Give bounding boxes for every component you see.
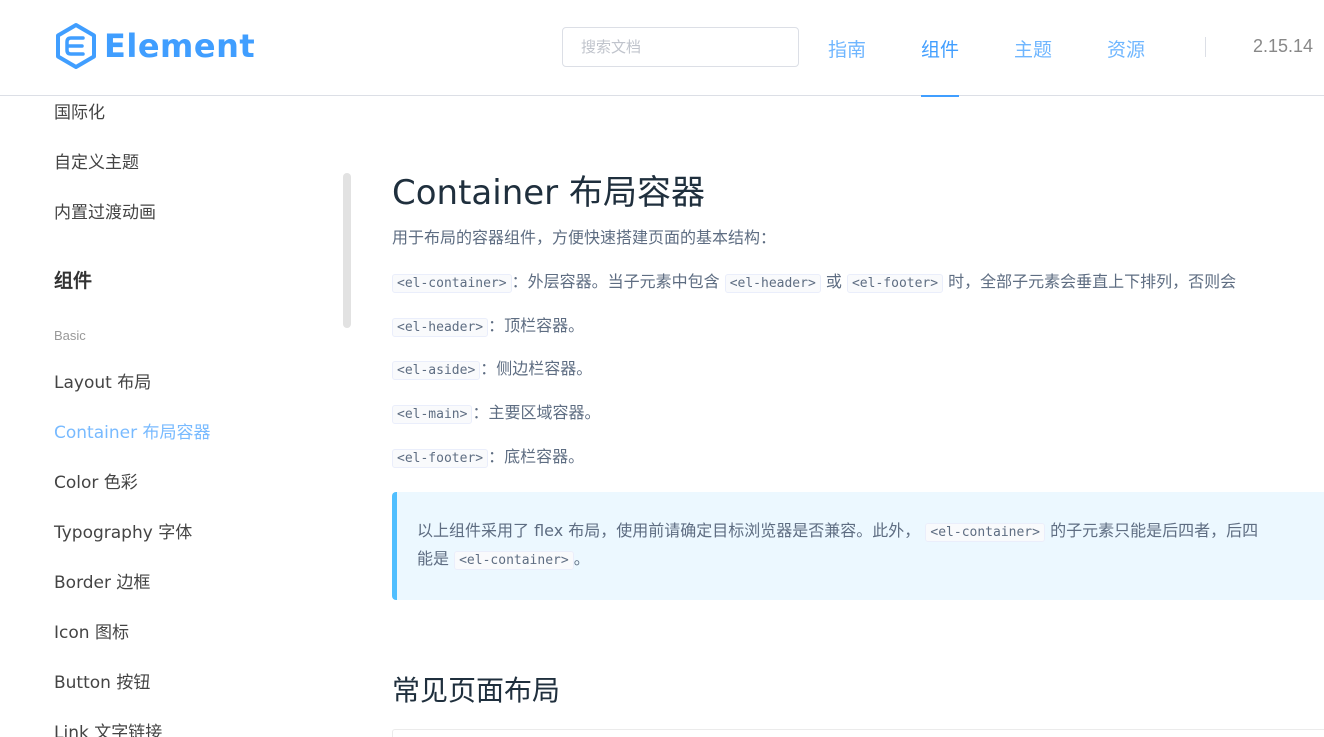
desc-aside: <el-aside> ：侧边栏容器。 [392, 355, 593, 380]
demo-block [392, 729, 1324, 737]
sidebar-item-custom-theme[interactable]: 自定义主题 [54, 148, 139, 173]
main-nav: 指南 组件 主题 资源 [800, 0, 1172, 97]
tip-text: 。 [573, 549, 590, 568]
code-tag: <el-header> [724, 274, 821, 293]
sidebar-scrollbar[interactable] [343, 173, 351, 328]
section-title: 常见页面布局 [392, 674, 561, 707]
sidebar-item-container[interactable]: Container 布局容器 [54, 418, 210, 443]
tip-text: 以上组件采用了 flex 布局，使用前请确定目标浏览器是否兼容。此外， [417, 521, 921, 540]
desc-text: ：外层容器。当子元素中包含 [511, 272, 720, 291]
code-tag: <el-header> [392, 318, 489, 337]
code-tag: <el-aside> [392, 361, 481, 380]
desc-text: ：顶栏容器。 [488, 316, 585, 335]
search-input[interactable] [562, 27, 799, 67]
sidebar-item-i18n[interactable]: 国际化 [54, 98, 105, 123]
desc-header: <el-header> ：顶栏容器。 [392, 312, 585, 337]
version-selector[interactable]: 2.15.14 [1253, 36, 1313, 57]
page-title: Container 布局容器 [392, 173, 705, 213]
nav-theme[interactable]: 主题 [1014, 0, 1052, 96]
nav-resource[interactable]: 资源 [1107, 0, 1145, 96]
code-tag: <el-container> [925, 523, 1045, 542]
logo-text: Element [104, 27, 256, 65]
nav-divider [1205, 37, 1206, 57]
sidebar-item-button[interactable]: Button 按钮 [54, 668, 150, 693]
intro-text: 用于布局的容器组件，方便快速搭建页面的基本结构： [392, 228, 777, 247]
element-logo-icon [56, 23, 96, 69]
code-tag: <el-footer> [392, 449, 489, 468]
element-logo[interactable]: Element [54, 22, 255, 70]
desc-main: <el-main> ：主要区域容器。 [392, 399, 601, 424]
desc-footer: <el-footer> ：底栏容器。 [392, 443, 585, 468]
sidebar-item-icon[interactable]: Icon 图标 [54, 618, 129, 643]
sidebar-item-link[interactable]: Link 文字链接 [54, 718, 162, 737]
nav-component[interactable]: 组件 [921, 0, 960, 97]
sidebar-item-typography[interactable]: Typography 字体 [54, 518, 192, 543]
desc-text: ：侧边栏容器。 [480, 359, 593, 378]
top-header: Element 指南 组件 主题 资源 2.15.14 [0, 0, 1324, 97]
sidebar-subgroup-basic: Basic [54, 328, 86, 343]
main-content: Container 布局容器 用于布局的容器组件，方便快速搭建页面的基本结构： … [392, 97, 1324, 737]
sidebar-item-color[interactable]: Color 色彩 [54, 468, 138, 493]
tip-line-1: 以上组件采用了 flex 布局，使用前请确定目标浏览器是否兼容。此外， <el-… [417, 518, 1324, 546]
tip-line-2: 能是 <el-container>。 [417, 546, 1324, 574]
desc-text: ：主要区域容器。 [472, 403, 601, 422]
sidebar-item-layout[interactable]: Layout 布局 [54, 368, 151, 393]
nav-guide[interactable]: 指南 [828, 0, 866, 96]
tip-box: 以上组件采用了 flex 布局，使用前请确定目标浏览器是否兼容。此外， <el-… [392, 492, 1324, 600]
sidebar-group-title: 组件 [54, 270, 93, 292]
code-tag: <el-main> [392, 405, 473, 424]
desc-text: 时，全部子元素会垂直上下排列，否则会 [948, 272, 1237, 291]
tip-text: 的子元素只能是后四者，后四 [1050, 521, 1259, 540]
code-tag: <el-footer> [846, 274, 944, 293]
code-tag: <el-container> [454, 551, 574, 570]
code-tag: <el-container> [392, 274, 512, 293]
sidebar-item-transition[interactable]: 内置过渡动画 [54, 198, 156, 223]
sidebar-item-border[interactable]: Border 边框 [54, 568, 150, 593]
desc-container: <el-container> ：外层容器。当子元素中包含 <el-header> … [392, 268, 1237, 293]
desc-text: 或 [825, 272, 842, 291]
sidebar: 国际化 自定义主题 内置过渡动画 组件 Basic Layout 布局 Cont… [0, 97, 352, 737]
tip-text: 能是 [417, 549, 450, 568]
desc-text: ：底栏容器。 [488, 447, 585, 466]
